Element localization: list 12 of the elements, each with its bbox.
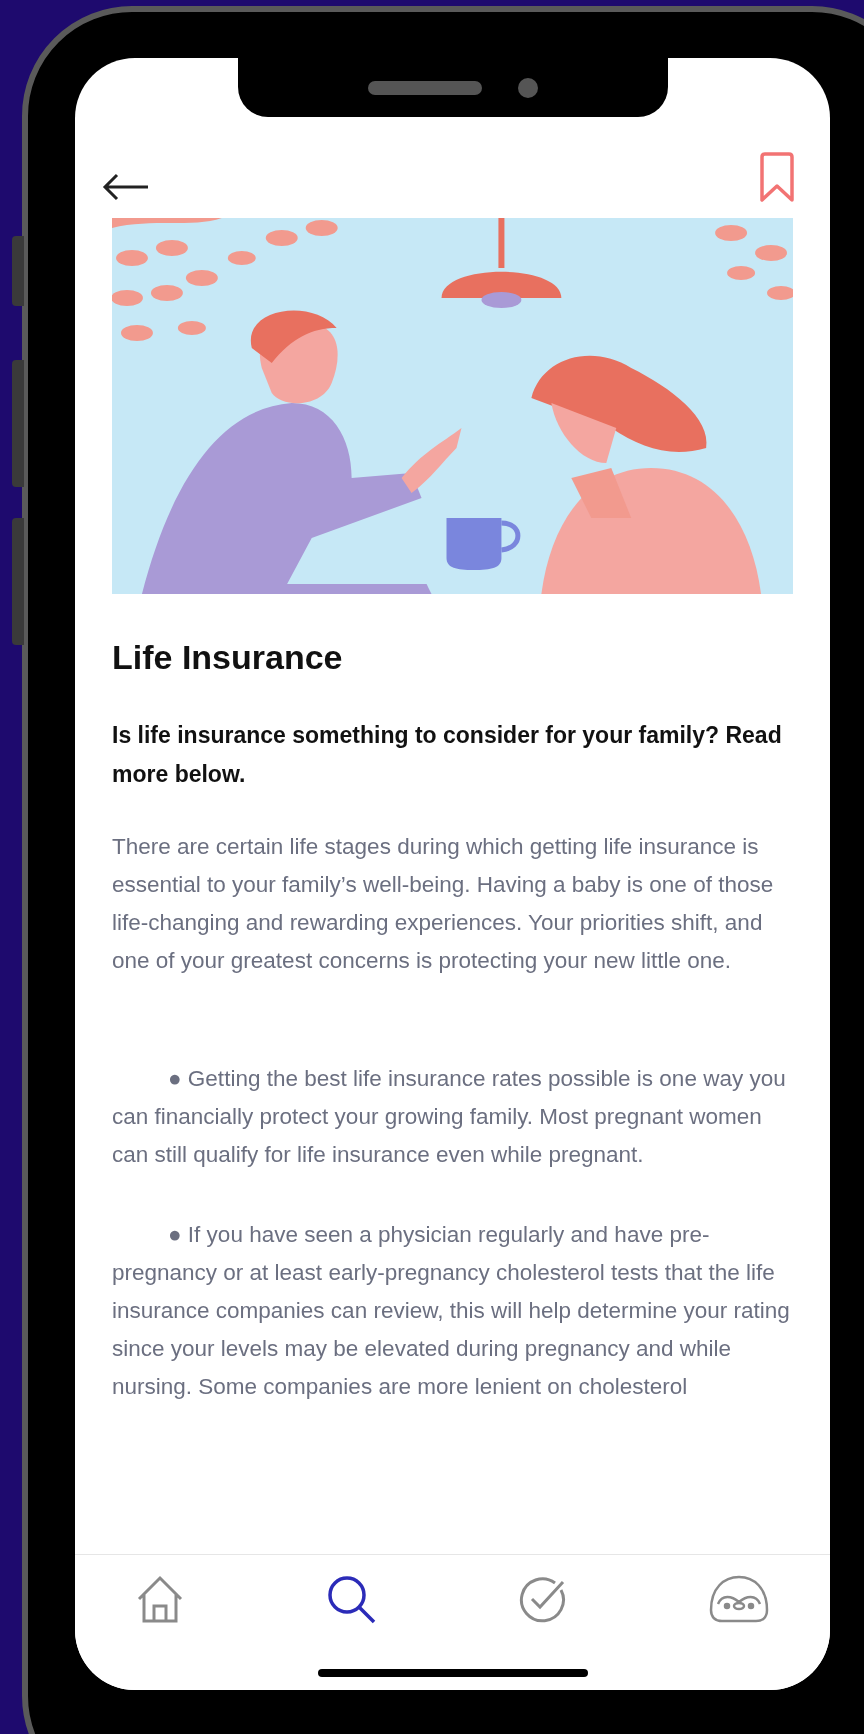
search-icon[interactable] — [326, 1574, 376, 1624]
home-icon[interactable] — [135, 1574, 185, 1624]
back-arrow-icon — [102, 172, 150, 202]
bookmark-icon — [759, 152, 795, 202]
penguin-face-icon[interactable] — [708, 1574, 770, 1624]
article-title: Life Insurance — [112, 637, 344, 678]
article-subtitle: Is life insurance something to consider for your family? Read more below. — [112, 721, 783, 789]
body-paragraph: There are certain life stages during which getting life insurance is essential to your family’s well-being. Having a baby is one of those life-changing and rewarding experiences. Your priorities shift, and one of your greatest concerns is protecting your new little one. — [112, 833, 775, 975]
check-circle-icon[interactable] — [517, 1574, 567, 1624]
bullet-paragraph: ● Getting the best life insurance rates possible is one way you can financially protect your growing family. Most pregnant women can still qualify for life insurance even while pregnant. — [112, 1065, 787, 1169]
bookmark-button[interactable] — [757, 150, 797, 204]
bullet-paragraph: ● If you have seen a physician regularly and have pre-pregnancy or at least early-pregnancy cholesterol tests that the life insurance companies can review, this will help determine your rating since your levels may be elevated during pregnancy and while nursing. Some companies are more lenient on cholesterol — [112, 1221, 791, 1401]
